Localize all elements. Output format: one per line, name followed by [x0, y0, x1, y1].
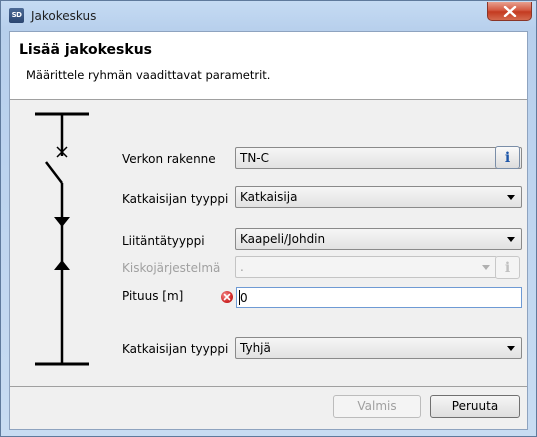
network-structure-label: Verkon rakenne	[122, 152, 216, 166]
network-structure-select[interactable]: TN-C	[235, 147, 522, 169]
circuit-diagram	[35, 112, 89, 366]
busbar-system-label: Kiskojärjestelmä	[122, 261, 221, 275]
length-value: 0	[240, 291, 248, 305]
window-title: Jakokeskus	[31, 9, 97, 23]
breaker-type-value: Katkaisija	[240, 190, 298, 204]
error-icon	[221, 291, 233, 303]
breaker-type-2-value: Tyhjä	[240, 341, 271, 355]
info-icon: i	[504, 150, 511, 166]
breaker-type-select[interactable]: Katkaisija	[235, 186, 522, 208]
cancel-button-label: Peruuta	[451, 399, 499, 413]
length-input[interactable]: 0	[236, 287, 522, 308]
network-structure-value: TN-C	[240, 151, 270, 165]
page-description: Määrittele ryhmän vaadittavat parametrit…	[26, 68, 271, 82]
breaker-type-label: Katkaisijan tyyppi	[122, 192, 229, 206]
dialog-client: Lisää jakokeskus Määrittele ryhmän vaadi…	[9, 31, 528, 430]
connection-type-select[interactable]: Kaapeli/Johdin	[235, 228, 522, 250]
chevron-down-icon	[507, 346, 515, 351]
chevron-down-icon	[507, 195, 515, 200]
busbar-system-select[interactable]: .	[235, 256, 497, 278]
connection-type-value: Kaapeli/Johdin	[240, 232, 326, 246]
network-info-button[interactable]: i	[495, 146, 520, 169]
form-area: Verkon rakenne TN-C i Katkaisijan tyyppi…	[10, 100, 527, 386]
cancel-button[interactable]: Peruuta	[430, 395, 520, 418]
app-icon: SD	[9, 8, 24, 23]
breaker-type-2-select[interactable]: Tyhjä	[235, 337, 522, 359]
page-title: Lisää jakokeskus	[19, 42, 152, 58]
info-icon: i	[504, 260, 511, 276]
chevron-down-icon	[482, 265, 490, 270]
length-label: Pituus [m]	[122, 289, 184, 303]
dialog-header: Lisää jakokeskus Määrittele ryhmän vaadi…	[10, 32, 527, 94]
connection-type-label: Liitäntätyyppi	[122, 234, 205, 248]
finish-button[interactable]: Valmis	[333, 395, 421, 418]
close-icon	[503, 6, 517, 17]
busbar-info-button[interactable]: i	[495, 256, 520, 279]
chevron-down-icon	[507, 237, 515, 242]
busbar-system-value: .	[240, 260, 244, 274]
breaker-type-2-label: Katkaisijan tyyppi	[122, 342, 229, 356]
dialog-window: SD Jakokeskus Lisää jakokeskus Määrittel…	[0, 0, 537, 437]
close-button[interactable]	[487, 2, 532, 21]
finish-button-label: Valmis	[357, 399, 397, 413]
dialog-footer: Valmis Peruuta	[10, 387, 527, 429]
title-bar[interactable]: SD Jakokeskus	[1, 1, 536, 31]
